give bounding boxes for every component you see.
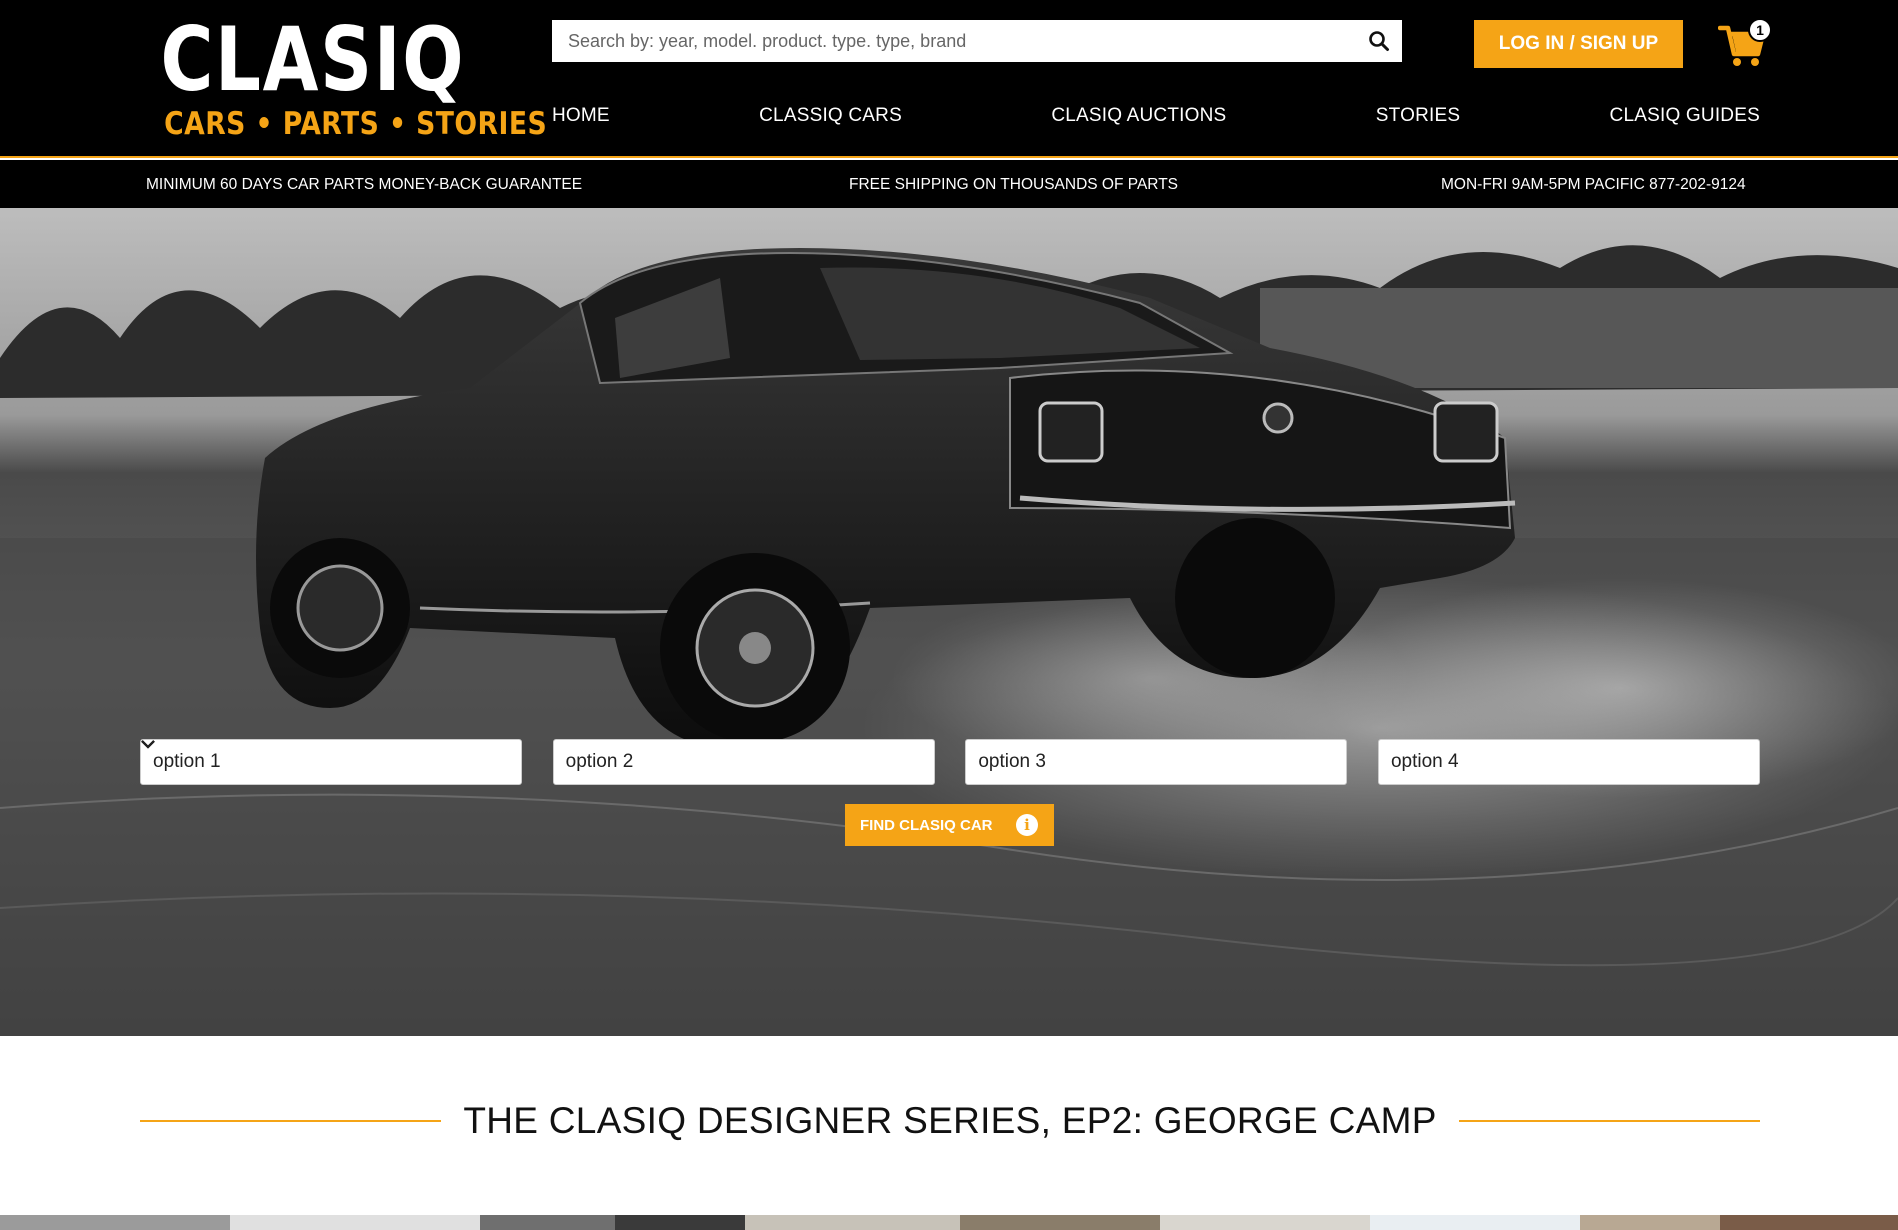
nav-item-classiq-cars[interactable]: CLASSIQ CARS	[759, 105, 902, 127]
story-image-preview	[0, 1215, 1898, 1230]
nav-item-clasiq-auctions[interactable]: CLASIQ AUCTIONS	[1051, 105, 1226, 127]
finder-select-3[interactable]: option 3	[141, 739, 1348, 785]
hours-phone-text: MON-FRI 9AM-5PM PACIFIC 877-202-9124	[1441, 176, 1746, 193]
search-button[interactable]	[1356, 20, 1402, 62]
hero-banner: option 1 option 2 option 3 option 4 FIND…	[0, 208, 1898, 1036]
login-signup-button[interactable]: LOG IN / SIGN UP	[1474, 20, 1683, 68]
info-icon[interactable]: i	[1016, 814, 1038, 836]
logo-wordmark: CLASIQ	[140, 14, 485, 106]
story-title: THE CLASIQ DESIGNER SERIES, EP2: GEORGE …	[463, 1100, 1437, 1141]
shipping-text: FREE SHIPPING ON THOUSANDS OF PARTS	[849, 176, 1178, 193]
hero-car-image	[0, 208, 1898, 1036]
car-finder-selects: option 1 option 2 option 3 option 4	[140, 739, 1760, 785]
clasiq-logo[interactable]: CLASIQ CARS • PARTS • STORIES	[140, 14, 548, 144]
info-bar: MINIMUM 60 DAYS CAR PARTS MONEY-BACK GUA…	[0, 160, 1898, 208]
chevron-down-icon	[141, 740, 155, 749]
finder-select-3-value: option 3	[978, 751, 1046, 772]
nav-item-clasiq-guides[interactable]: CLASIQ GUIDES	[1610, 105, 1760, 127]
nav-item-home[interactable]: HOME	[552, 105, 610, 127]
find-clasiq-car-button[interactable]: FIND CLASIQ CAR i	[845, 804, 1054, 846]
heading-rule-left	[140, 1120, 442, 1122]
finder-select-2-value: option 2	[565, 751, 634, 772]
main-nav: HOME CLASSIQ CARS CLASIQ AUCTIONS STORIE…	[552, 100, 1760, 132]
site-header: CLASIQ CARS • PARTS • STORIES LOG IN / S…	[0, 0, 1898, 158]
nav-item-stories[interactable]: STORIES	[1376, 105, 1460, 127]
find-button-label: FIND CLASIQ CAR	[860, 816, 993, 834]
finder-select-1[interactable]: option 1	[140, 739, 522, 785]
finder-select-2[interactable]: option 2	[141, 739, 935, 785]
logo-tagline: CARS • PARTS • STORIES	[164, 106, 548, 142]
story-heading-row: THE CLASIQ DESIGNER SERIES, EP2: GEORGE …	[140, 1090, 1760, 1152]
finder-select-1-value: option 1	[153, 751, 221, 772]
cart-button[interactable]: 1	[1717, 18, 1774, 68]
search-icon	[1369, 31, 1389, 51]
cart-count-badge: 1	[1748, 18, 1772, 42]
finder-select-4[interactable]: option 4	[141, 739, 1760, 785]
search-bar	[552, 20, 1402, 62]
logo-text: CLASIQ	[160, 8, 465, 111]
search-input[interactable]	[552, 20, 1356, 62]
heading-rule-right	[1458, 1120, 1760, 1122]
finder-select-4-value: option 4	[1390, 751, 1459, 772]
guarantee-text: MINIMUM 60 DAYS CAR PARTS MONEY-BACK GUA…	[146, 176, 583, 193]
